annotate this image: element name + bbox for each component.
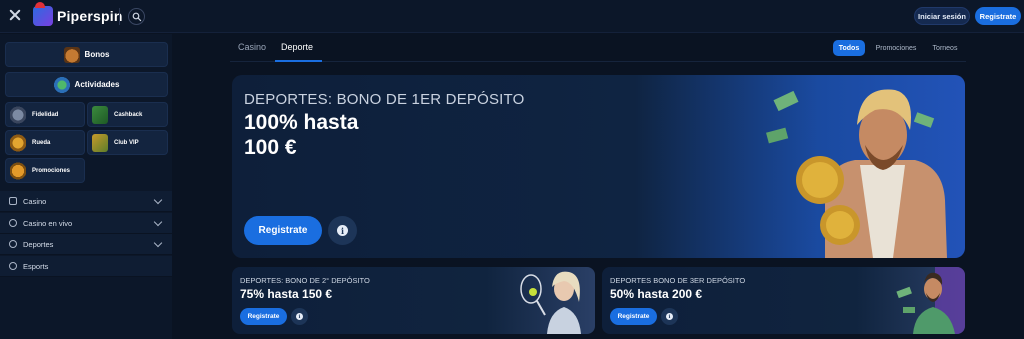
info-icon: i [296, 313, 303, 320]
sidebar-item-label: Cashback [114, 111, 143, 118]
brand-logo[interactable]: Piperspin [33, 2, 123, 27]
sidebar-item-promociones[interactable]: Promociones [5, 158, 85, 183]
divider [119, 8, 120, 25]
sidebar-item-label: Actividades [74, 80, 120, 89]
chevron-down-icon[interactable] [153, 238, 163, 248]
hero-register-button[interactable]: Registrate [244, 216, 322, 245]
sidebar-item-label: Casino en vivo [23, 218, 73, 228]
top-bar: Piperspin Iniciar sesión Registrate [0, 0, 1024, 33]
info-icon: i [337, 225, 348, 236]
hero-title: 100% hasta 100 € [244, 110, 504, 160]
sidebar-item-label: Promociones [32, 167, 71, 174]
card-subtitle: DEPORTES: BONO DE 2° DEPÓSITO [240, 276, 370, 285]
register-button[interactable]: Registrate [975, 7, 1021, 25]
tennis-ball-icon [529, 288, 537, 296]
sidebar: Bonos Actividades Fidelidad Cashback Rue… [0, 34, 172, 339]
card-subtitle: DEPORTES BONO DE 3ER DEPÓSITO [610, 276, 746, 285]
sidebar-item-deportes[interactable]: Deportes [0, 234, 172, 255]
hero-title-line1: 100% hasta [244, 111, 359, 134]
tennis-player-illustration [520, 271, 581, 334]
card-title: 50% hasta 200 € [610, 287, 703, 301]
hero-info-button[interactable]: i [328, 216, 357, 245]
sidebar-item-label: Casino [23, 196, 47, 206]
esports-icon [9, 262, 17, 270]
sidebar-item-cashback[interactable]: Cashback [87, 102, 168, 127]
sidebar-item-label: Rueda [32, 139, 51, 146]
banknote-icon [903, 307, 915, 313]
activities-icon [53, 76, 70, 93]
treasure-chest-icon [63, 46, 80, 63]
close-icon[interactable] [9, 9, 21, 21]
promo-card: DEPORTES: BONO DE 2° DEPÓSITO 75% hasta … [232, 267, 595, 334]
sidebar-item-label: Bonos [84, 50, 110, 59]
promotions-icon [10, 161, 26, 180]
banknote-icon [766, 127, 789, 144]
card-register-button[interactable]: Registrate [240, 308, 287, 325]
sidebar-item-label: Deportes [23, 239, 54, 249]
banknote-icon [896, 286, 912, 299]
sidebar-item-label: Club VIP [114, 139, 139, 146]
sidebar-item-casino[interactable]: Casino [0, 191, 172, 212]
wheel-icon [10, 133, 26, 152]
filter-todos[interactable]: Todos [833, 40, 865, 56]
sidebar-item-casino-en-vivo[interactable]: Casino en vivo [0, 213, 172, 234]
casino-icon [9, 197, 17, 205]
hero-banner: DEPORTES: BONO DE 1ER DEPÓSITO 100% hast… [232, 75, 965, 258]
chevron-down-icon[interactable] [153, 195, 163, 205]
tab-deporte[interactable]: Deporte [281, 42, 313, 52]
sidebar-item-rueda[interactable]: Rueda [5, 130, 85, 155]
vip-icon [92, 133, 108, 152]
card-info-button[interactable]: i [291, 308, 308, 325]
chevron-down-icon[interactable] [153, 217, 163, 227]
promo-card: DEPORTES BONO DE 3ER DEPÓSITO 50% hasta … [602, 267, 965, 334]
filter-torneos[interactable]: Torneos [926, 40, 964, 56]
banknote-icon [773, 90, 799, 112]
hero-title-line2: 100 € [244, 136, 297, 159]
sidebar-item-club-vip[interactable]: Club VIP [87, 130, 168, 155]
card-register-button[interactable]: Registrate [610, 308, 657, 325]
filter-promociones[interactable]: Promociones [869, 40, 923, 56]
sidebar-item-label: Fidelidad [32, 111, 59, 118]
sidebar-item-label: Esports [23, 261, 49, 271]
banknote-icon [913, 112, 935, 128]
sidebar-item-actividades[interactable]: Actividades [5, 72, 168, 97]
tab-casino[interactable]: Casino [238, 42, 266, 52]
player-illustration [896, 267, 965, 334]
search-icon [132, 12, 142, 22]
brand-name: Piperspin [57, 8, 123, 24]
tabs-divider [230, 61, 966, 62]
card-title: 75% hasta 150 € [240, 287, 333, 301]
logo-mark-icon [33, 2, 53, 26]
sports-icon [9, 240, 17, 248]
boxer-illustration [766, 89, 947, 258]
active-tab-indicator [275, 60, 322, 62]
search-button[interactable] [128, 8, 145, 25]
sidebar-item-esports[interactable]: Esports [0, 256, 172, 277]
login-button[interactable]: Iniciar sesión [914, 7, 970, 25]
info-icon: i [666, 313, 673, 320]
sidebar-item-bonos[interactable]: Bonos [5, 42, 168, 67]
sidebar-item-fidelidad[interactable]: Fidelidad [5, 102, 85, 127]
live-icon [9, 219, 17, 227]
cashback-icon [92, 105, 108, 124]
card-info-button[interactable]: i [661, 308, 678, 325]
loyalty-icon [10, 105, 26, 124]
hero-subtitle: DEPORTES: BONO DE 1ER DEPÓSITO [244, 91, 525, 108]
